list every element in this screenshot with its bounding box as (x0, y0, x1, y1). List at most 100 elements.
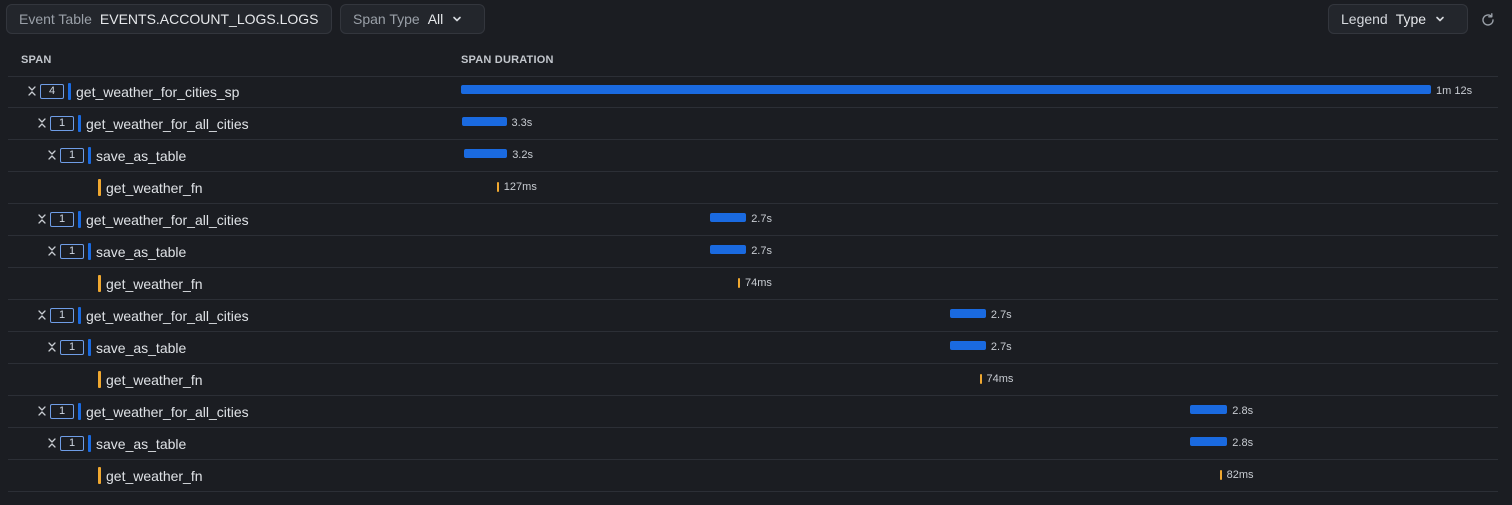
span-row[interactable]: 1 get_weather_for_all_cities 2.7s (8, 300, 1498, 332)
span-duration-bar[interactable] (462, 117, 507, 126)
span-name[interactable]: get_weather_for_all_cities (86, 212, 249, 228)
span-row[interactable]: 4 get_weather_for_cities_sp 1m 12s (8, 76, 1498, 108)
span-name[interactable]: get_weather_fn (106, 276, 203, 292)
event-table-value: EVENTS.ACCOUNT_LOGS.LOGS (99, 11, 319, 27)
span-duration-label: 2.7s (751, 245, 772, 257)
span-name[interactable]: save_as_table (96, 436, 186, 452)
legend-value: Type (1395, 11, 1427, 27)
span-type-indicator (98, 275, 101, 292)
span-row[interactable]: 1 get_weather_for_all_cities 2.7s (8, 204, 1498, 236)
span-row[interactable]: get_weather_fn 74ms (8, 364, 1498, 396)
span-duration-label: 3.3s (511, 117, 533, 129)
span-row[interactable]: get_weather_fn 82ms (8, 460, 1498, 492)
child-count-badge: 1 (50, 404, 74, 419)
span-type-indicator (98, 179, 101, 196)
span-type-indicator (78, 403, 81, 420)
span-duration-bar[interactable] (949, 341, 986, 350)
chevron-down-icon (453, 16, 462, 22)
expand-collapse-icon[interactable] (26, 84, 38, 98)
child-count-badge: 1 (60, 340, 84, 355)
span-name[interactable]: save_as_table (96, 244, 186, 260)
span-row[interactable]: 1 save_as_table 2.8s (8, 428, 1498, 460)
span-type-indicator (78, 307, 81, 324)
refresh-icon[interactable] (1480, 12, 1496, 28)
toolbar: Event Table EVENTS.ACCOUNT_LOGS.LOGS Spa… (0, 0, 1512, 40)
child-count-badge: 1 (60, 148, 84, 163)
legend-selector[interactable]: Legend Type (1328, 4, 1468, 34)
span-name[interactable]: get_weather_for_all_cities (86, 404, 249, 420)
legend-label: Legend (1341, 11, 1388, 27)
span-duration-label: 74ms (745, 277, 772, 289)
span-duration-bar[interactable] (1189, 405, 1228, 414)
span-duration-label: 2.7s (990, 341, 1012, 353)
span-type-indicator (88, 147, 91, 164)
span-column-header: SPAN (21, 54, 52, 66)
span-name[interactable]: save_as_table (96, 148, 186, 164)
child-count-badge: 1 (50, 308, 74, 323)
span-row[interactable]: 1 save_as_table 3.2s (8, 140, 1498, 172)
span-duration-label: 2.8s (1232, 405, 1254, 417)
expand-collapse-icon[interactable] (36, 212, 48, 226)
expand-collapse-icon[interactable] (36, 116, 48, 130)
span-name[interactable]: save_as_table (96, 340, 186, 356)
span-duration-bar[interactable] (461, 85, 1431, 94)
span-duration-bar[interactable] (464, 149, 508, 158)
chevron-down-icon (1436, 16, 1444, 22)
span-duration-bar[interactable] (709, 245, 747, 254)
span-type-value: All (427, 11, 444, 27)
span-duration-bar[interactable] (1189, 437, 1228, 446)
event-table-label: Event Table (19, 11, 92, 27)
span-row[interactable]: 1 get_weather_for_all_cities 2.8s (8, 396, 1498, 428)
span-duration-label: 127ms (503, 181, 537, 193)
span-row[interactable]: get_weather_fn 74ms (8, 268, 1498, 300)
span-duration-label: 2.7s (751, 213, 772, 225)
span-type-indicator (78, 115, 81, 132)
child-count-badge: 1 (50, 116, 74, 131)
span-name[interactable]: get_weather_fn (106, 372, 203, 388)
span-type-indicator (98, 371, 101, 388)
span-duration-bar[interactable] (979, 374, 982, 384)
child-count-badge: 4 (40, 84, 64, 99)
span-type-indicator (98, 467, 101, 484)
span-name[interactable]: get_weather_fn (106, 180, 203, 196)
child-count-badge: 1 (50, 212, 74, 227)
span-row[interactable]: 1 get_weather_for_all_cities 3.3s (8, 108, 1498, 140)
span-type-indicator (68, 83, 71, 100)
span-duration-label: 2.8s (1232, 437, 1254, 449)
span-duration-label: 3.2s (512, 149, 533, 161)
span-duration-bar[interactable] (709, 213, 747, 222)
span-list: 4 get_weather_for_cities_sp 1m 12s 1 get_wea… (8, 76, 1498, 492)
child-count-badge: 1 (60, 244, 84, 259)
span-type-filter[interactable]: Span Type All (340, 4, 485, 34)
expand-collapse-icon[interactable] (46, 340, 58, 354)
span-row[interactable]: 1 save_as_table 2.7s (8, 236, 1498, 268)
span-duration-label: 74ms (986, 373, 1014, 385)
span-type-indicator (78, 211, 81, 228)
child-count-badge: 1 (60, 436, 84, 451)
span-duration-bar[interactable] (738, 278, 740, 288)
span-type-indicator (88, 243, 91, 260)
span-type-indicator (88, 435, 91, 452)
span-name[interactable]: get_weather_for_all_cities (86, 116, 249, 132)
event-table-selector[interactable]: Event Table EVENTS.ACCOUNT_LOGS.LOGS (6, 4, 332, 34)
expand-collapse-icon[interactable] (46, 148, 58, 162)
table-header: SPAN SPAN DURATION (8, 44, 1498, 77)
duration-column-header: SPAN DURATION (461, 54, 554, 66)
span-duration-label: 2.7s (990, 309, 1012, 321)
span-type-indicator (88, 339, 91, 356)
span-name[interactable]: get_weather_fn (106, 468, 203, 484)
span-type-label: Span Type (353, 11, 420, 27)
span-duration-label: 82ms (1226, 469, 1254, 481)
span-duration-bar[interactable] (949, 309, 986, 318)
expand-collapse-icon[interactable] (46, 436, 58, 450)
expand-collapse-icon[interactable] (46, 244, 58, 258)
span-row[interactable]: 1 save_as_table 2.7s (8, 332, 1498, 364)
span-name[interactable]: get_weather_for_all_cities (86, 308, 249, 324)
span-duration-bar[interactable] (1219, 470, 1222, 480)
span-duration-bar[interactable] (496, 182, 499, 192)
expand-collapse-icon[interactable] (36, 308, 48, 322)
span-name[interactable]: get_weather_for_cities_sp (76, 84, 239, 100)
expand-collapse-icon[interactable] (36, 404, 48, 418)
span-row[interactable]: get_weather_fn 127ms (8, 172, 1498, 204)
span-duration-label: 1m 12s (1436, 85, 1473, 97)
